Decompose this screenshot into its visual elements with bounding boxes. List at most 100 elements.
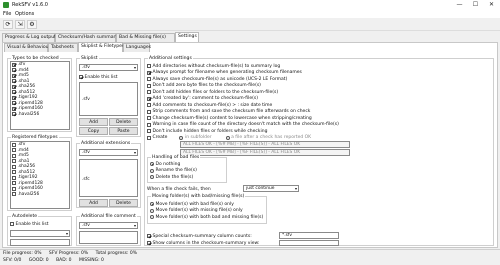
checkbox[interactable] (12, 186, 16, 191)
list-item[interactable]: .haval256 (11, 112, 69, 118)
radio[interactable] (225, 135, 230, 140)
checkbox[interactable] (147, 109, 151, 114)
skiplist-add-button[interactable]: Add (79, 118, 108, 126)
radio-move-missing[interactable]: Move folder(s) with missing file(s) only (150, 208, 243, 214)
checkbox[interactable] (147, 241, 151, 245)
close-button[interactable]: ✕ (484, 0, 499, 10)
list-item[interactable]: .sfc (80, 177, 137, 183)
autodelete-enable[interactable]: Enable this list (10, 221, 49, 227)
checkbox[interactable] (12, 68, 16, 73)
radio[interactable] (179, 135, 184, 140)
in-subfolder-option[interactable]: in subfolder (179, 135, 212, 140)
checkbox[interactable] (12, 84, 16, 89)
create-value-2[interactable]: ALL FILES OK - [%# MB] - [%F FILE(S)] - … (180, 149, 350, 156)
refresh-icon[interactable]: ⟳ (3, 20, 13, 29)
option-zero-byte[interactable]: Don't add zero byte files to the checksu… (147, 83, 261, 89)
checkbox[interactable] (12, 142, 16, 147)
checkbox[interactable] (147, 64, 151, 68)
create-value-1[interactable]: ALL FILES OK - [%# MB] - [%F FILE(S)] - … (180, 141, 350, 148)
checkbox[interactable] (12, 90, 16, 95)
option-create[interactable]: Create in subfolder a file after a check… (147, 135, 311, 141)
option-save-unicode[interactable]: Always save checksum-file(s) as unicode … (147, 76, 287, 82)
maximize-button[interactable]: ☐ (468, 0, 483, 10)
skiplist-combo[interactable]: .sfv ▾ (79, 64, 138, 71)
checkbox[interactable] (147, 122, 151, 127)
checkbox[interactable] (12, 153, 16, 158)
tab-bad-missing[interactable]: Bad & Missing file(s) (116, 33, 175, 42)
tab-checksum-summary[interactable]: Checksum/Hash summary (55, 33, 118, 42)
file-comment-input[interactable] (79, 231, 138, 244)
special-column-counts[interactable]: Special checksum-summary column counts: (147, 233, 252, 239)
checkbox[interactable] (12, 164, 16, 169)
checkbox[interactable] (79, 75, 83, 79)
settings-icon[interactable]: ⚙ (27, 20, 37, 29)
tab-progress-log[interactable]: Progress & Log output (2, 33, 56, 42)
checkbox[interactable] (12, 112, 16, 117)
checkbox[interactable] (147, 90, 151, 94)
menu-options[interactable]: Options (15, 11, 34, 17)
extensions-add-button[interactable]: Add (79, 199, 108, 207)
extensions-list[interactable]: .sfc (79, 159, 138, 197)
skiplist-paste-button[interactable]: Paste (109, 127, 138, 135)
radio-move-bad[interactable]: Move folder(s) with bad file(s) only (150, 201, 234, 207)
minimize-button[interactable]: — (452, 0, 467, 10)
registered-filetypes-list[interactable]: .sfv .md4 .md5 .sha1 .sha256 .sha512 .ti… (10, 141, 70, 209)
radio-move-both[interactable]: Move folder(s) with both bad and missing… (150, 214, 263, 220)
autodelete-combo[interactable]: ▾ (10, 230, 70, 237)
radio-do-nothing[interactable]: Do nothing (150, 161, 180, 167)
tab-visual-behaviour[interactable]: Visual & Behaviour (4, 43, 51, 52)
checkbox[interactable] (12, 175, 16, 180)
show-columns[interactable]: Show columns in the checksum-summary vie… (147, 240, 259, 246)
types-to-be-checked-list[interactable]: .sfv .md4 .md5 .sha1 .sha256 .sha512 .ti… (10, 61, 70, 130)
option-add-comments[interactable]: Add comments to checksum-file(s) > : siz… (147, 102, 272, 108)
file-comment-combo[interactable]: .sfv ▾ (79, 222, 138, 229)
option-hidden-files[interactable]: Don't add hidden files or folders to the… (147, 89, 278, 95)
option-lowercase[interactable]: Change checksum-file(s) content to lower… (147, 115, 312, 121)
option-warning-count[interactable]: Warning in case file count of the direct… (147, 122, 339, 128)
checkbox[interactable] (12, 101, 16, 106)
tab-settings[interactable]: Settings (175, 32, 199, 42)
radio[interactable] (150, 168, 154, 173)
radio[interactable] (150, 202, 154, 206)
radio[interactable] (150, 175, 154, 179)
option-created-by[interactable]: Add 'created by': comment to checksum-fi… (147, 96, 258, 102)
tab-skiplist-filetypes[interactable]: Skiplist & Filetypes (78, 42, 124, 52)
checkbox[interactable] (147, 103, 151, 107)
radio-delete[interactable]: Delete the file(s) (150, 174, 193, 180)
checkbox[interactable] (147, 135, 151, 140)
checkbox[interactable] (147, 234, 151, 238)
checkbox[interactable] (10, 222, 14, 226)
skiplist-enable[interactable]: Enable this list (79, 74, 118, 80)
radio[interactable] (150, 162, 154, 166)
checkbox[interactable] (12, 159, 16, 164)
checkbox[interactable] (147, 70, 151, 75)
checkbox[interactable] (147, 116, 151, 120)
export-icon[interactable]: ⇲ (15, 20, 25, 29)
checkbox[interactable] (12, 192, 16, 197)
tab-tabsheets[interactable]: Tabsheets (48, 43, 78, 52)
option-no-hidden-check[interactable]: Don't include hidden files or folders wh… (147, 128, 267, 134)
special-value-input[interactable]: *.sfv (279, 232, 339, 239)
option-always-prompt[interactable]: Always prompt for filename when generati… (147, 70, 302, 76)
checkbox[interactable] (12, 181, 16, 186)
radio-rename[interactable]: Rename the file(s) (150, 168, 197, 174)
skiplist-copy-button[interactable]: Copy (79, 127, 108, 135)
list-item[interactable]: .haval256 (11, 192, 69, 198)
skiplist-list[interactable]: .sfv (79, 82, 138, 116)
checkbox[interactable] (12, 170, 16, 175)
menu-file[interactable]: File (3, 11, 11, 17)
option-add-directories[interactable]: Add directories without checksum-file(s)… (147, 63, 280, 69)
checkbox[interactable] (147, 83, 151, 88)
show-columns-input[interactable] (279, 239, 339, 246)
radio[interactable] (150, 208, 154, 213)
autodelete-input[interactable] (10, 239, 70, 246)
checkbox[interactable] (147, 129, 151, 133)
extensions-combo[interactable]: .sfv ▾ (79, 149, 138, 156)
checkbox[interactable] (12, 106, 16, 111)
list-item[interactable]: .sfv (80, 97, 137, 103)
tab-languages[interactable]: Languages (123, 43, 151, 52)
option-strip-comments[interactable]: Strip comments from and save the checksu… (147, 109, 310, 115)
file-after-option[interactable]: a file after a check has reported OK (225, 135, 311, 140)
check-fails-combo[interactable]: just continue ▾ (243, 185, 299, 192)
radio[interactable] (150, 215, 154, 219)
